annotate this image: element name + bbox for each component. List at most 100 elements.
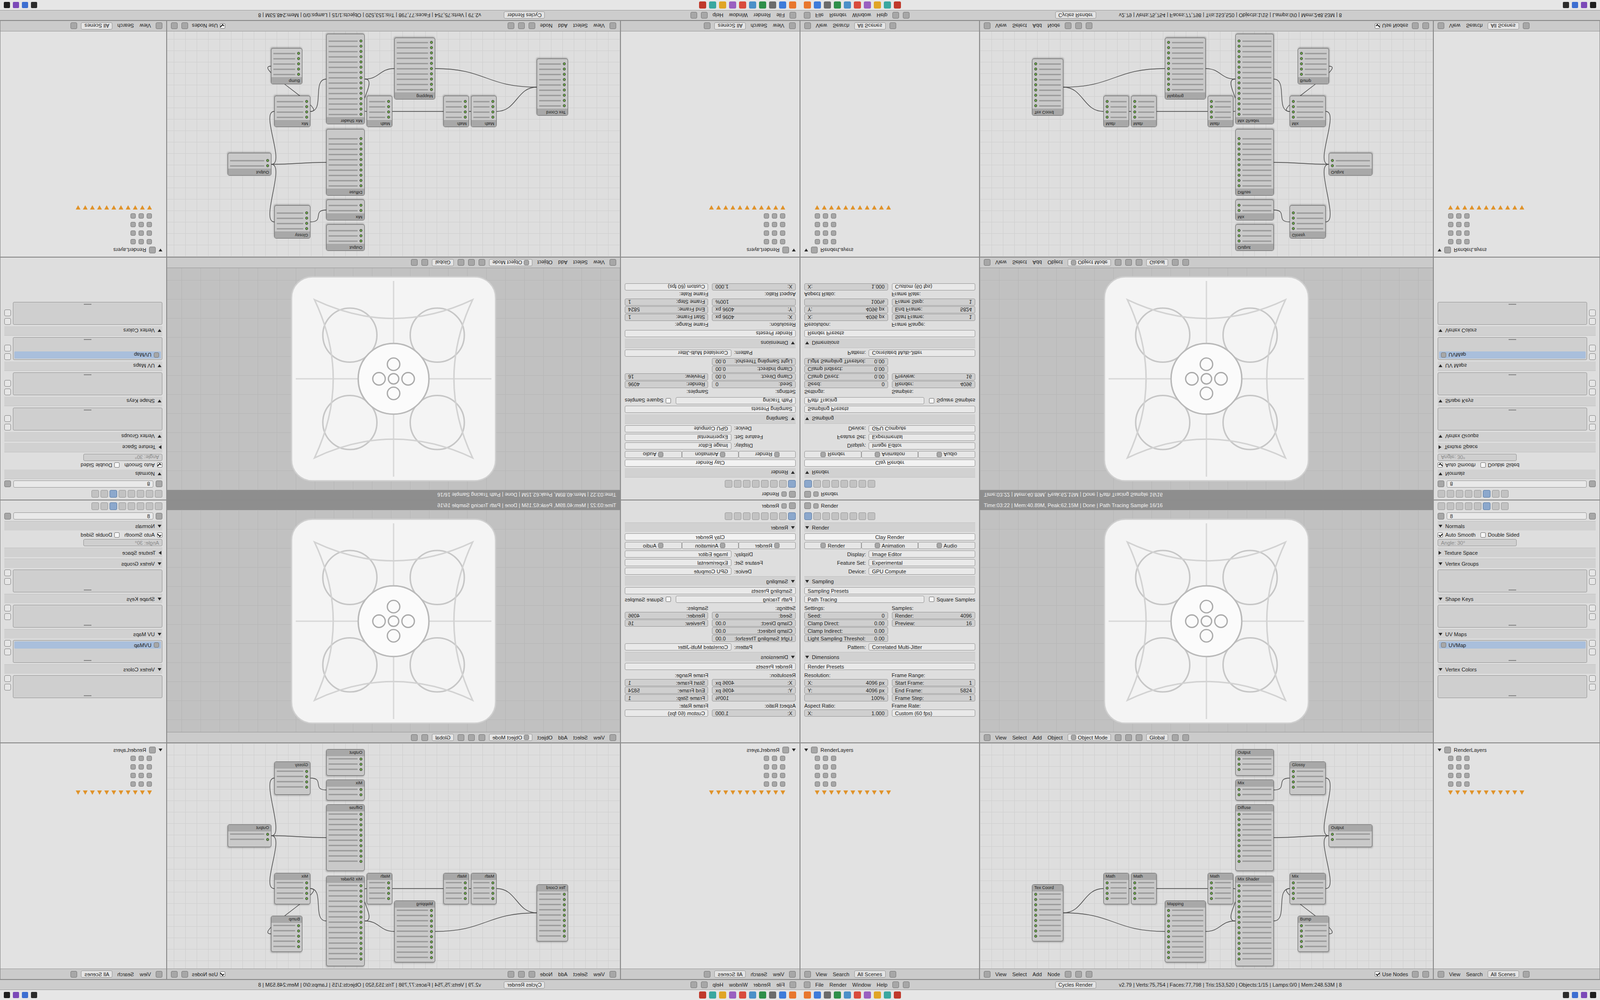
render-pass-icon[interactable] bbox=[118, 790, 124, 795]
render-pass-icon[interactable] bbox=[751, 205, 757, 210]
socket-icon[interactable] bbox=[1237, 812, 1241, 816]
backdrop-icon[interactable] bbox=[181, 970, 189, 978]
render-button[interactable]: Animation bbox=[681, 450, 740, 459]
render-pass-icon[interactable] bbox=[737, 205, 743, 210]
render-pass-icon[interactable] bbox=[125, 790, 131, 795]
socket-icon[interactable] bbox=[562, 919, 566, 922]
socket-icon[interactable] bbox=[1291, 770, 1295, 773]
dimensions-section-header[interactable]: Dimensions bbox=[804, 651, 976, 662]
dropdown[interactable]: GPU Compute bbox=[624, 425, 732, 433]
socket-icon[interactable] bbox=[359, 60, 363, 64]
double-sided-checkbox[interactable]: Double Sided bbox=[80, 462, 120, 469]
list-section-header[interactable]: UV Maps bbox=[1437, 361, 1596, 371]
mode-dropdown[interactable]: Object Mode bbox=[489, 733, 533, 741]
render-pass-icon[interactable] bbox=[821, 205, 827, 210]
pin-icon[interactable] bbox=[1589, 512, 1596, 520]
socket-icon[interactable] bbox=[359, 209, 363, 213]
render-pass-icon[interactable] bbox=[780, 205, 786, 210]
shader-node[interactable]: Output bbox=[1235, 749, 1274, 776]
socket-icon[interactable] bbox=[1237, 910, 1241, 914]
number-field[interactable]: X:1.000 bbox=[804, 283, 889, 291]
socket-icon[interactable] bbox=[297, 929, 300, 933]
render-pass-icon[interactable] bbox=[132, 205, 138, 210]
camera-icon[interactable] bbox=[130, 221, 136, 228]
eye-icon[interactable] bbox=[138, 213, 144, 219]
properties-tab-icon[interactable] bbox=[1500, 490, 1509, 498]
properties-tab-icon[interactable] bbox=[1491, 502, 1500, 510]
app-launcher-icon[interactable] bbox=[813, 1, 821, 9]
outliner-row[interactable] bbox=[624, 220, 796, 229]
properties-tab-icon[interactable] bbox=[1455, 502, 1464, 510]
screen-layout-icon[interactable] bbox=[700, 11, 708, 19]
app-launcher-icon[interactable] bbox=[893, 1, 901, 9]
properties-tab-icon[interactable] bbox=[760, 512, 769, 520]
socket-icon[interactable] bbox=[266, 164, 270, 168]
dropdown[interactable]: Experimental bbox=[624, 559, 732, 567]
list-section-header[interactable]: UV Maps bbox=[4, 361, 163, 371]
render-pass-icon[interactable] bbox=[723, 790, 729, 795]
socket-icon[interactable] bbox=[387, 110, 390, 114]
dropdown[interactable]: GPU Compute bbox=[868, 425, 976, 433]
number-field[interactable]: Preview:16 bbox=[624, 373, 709, 381]
socket-icon[interactable] bbox=[359, 947, 363, 950]
remove-icon[interactable] bbox=[1589, 415, 1596, 422]
render-engine-dropdown[interactable]: Cycles Render bbox=[503, 981, 545, 989]
app-launcher-icon[interactable] bbox=[749, 1, 757, 9]
properties-tab-icon[interactable] bbox=[804, 480, 812, 488]
socket-icon[interactable] bbox=[1237, 757, 1241, 761]
outliner-row[interactable] bbox=[4, 780, 163, 788]
sampling-section-header[interactable]: Sampling bbox=[804, 414, 976, 424]
socket-icon[interactable] bbox=[359, 757, 363, 761]
camera-icon[interactable] bbox=[763, 213, 770, 219]
render-pass-icon[interactable] bbox=[90, 790, 95, 795]
camera-icon[interactable] bbox=[763, 764, 770, 770]
pattern-dropdown[interactable]: Correlated Multi-Jitter bbox=[868, 643, 976, 651]
eye-icon[interactable] bbox=[771, 221, 778, 228]
render-pass-icon[interactable] bbox=[850, 790, 856, 795]
tray-icon[interactable] bbox=[1590, 1, 1597, 9]
number-field[interactable]: X:1.000 bbox=[804, 709, 889, 717]
socket-icon[interactable] bbox=[1237, 113, 1241, 117]
remove-icon[interactable] bbox=[1589, 380, 1596, 387]
camera-icon[interactable] bbox=[130, 213, 136, 219]
socket-icon[interactable] bbox=[1330, 838, 1334, 841]
list-section-header[interactable]: UV Maps bbox=[1437, 629, 1596, 639]
app-launcher-icon[interactable] bbox=[883, 1, 891, 9]
editor-type-icon[interactable] bbox=[789, 970, 796, 978]
list-section-header[interactable]: Vertex Groups bbox=[1437, 558, 1596, 569]
outliner-row[interactable] bbox=[4, 238, 163, 246]
properties-tab-icon[interactable] bbox=[849, 480, 858, 488]
socket-icon[interactable] bbox=[1167, 924, 1170, 928]
socket-icon[interactable] bbox=[1237, 931, 1241, 935]
number-field[interactable]: X:4096 px bbox=[804, 313, 889, 321]
socket-icon[interactable] bbox=[491, 110, 495, 114]
socket-icon[interactable] bbox=[359, 849, 363, 853]
render-pass-icon[interactable] bbox=[90, 205, 95, 210]
properties-tab-icon[interactable] bbox=[1437, 490, 1446, 498]
camera-icon[interactable] bbox=[1464, 755, 1470, 761]
render-pass-icon[interactable] bbox=[864, 790, 870, 795]
socket-icon[interactable] bbox=[359, 163, 363, 167]
mesh-name-field[interactable]: 8 bbox=[13, 512, 154, 520]
outliner-row[interactable] bbox=[4, 220, 163, 229]
socket-icon[interactable] bbox=[359, 762, 363, 766]
list-item[interactable]: UVMap bbox=[1439, 351, 1586, 359]
editor-type-icon[interactable] bbox=[155, 22, 163, 30]
shader-node[interactable]: Mapping bbox=[394, 37, 436, 100]
socket-icon[interactable] bbox=[1237, 762, 1241, 766]
socket-icon[interactable] bbox=[266, 159, 270, 163]
camera-icon[interactable] bbox=[830, 239, 837, 245]
socket-icon[interactable] bbox=[1210, 116, 1213, 120]
list-section-header[interactable]: Vertex Groups bbox=[1437, 431, 1596, 442]
socket-icon[interactable] bbox=[1237, 823, 1241, 827]
remove-icon[interactable] bbox=[1589, 683, 1596, 691]
remove-icon[interactable] bbox=[1589, 578, 1596, 585]
socket-icon[interactable] bbox=[387, 100, 390, 104]
outliner-row[interactable] bbox=[4, 229, 163, 237]
socket-icon[interactable] bbox=[562, 934, 566, 938]
socket-icon[interactable] bbox=[430, 72, 433, 76]
socket-icon[interactable] bbox=[430, 945, 433, 949]
properties-tab-icon[interactable] bbox=[770, 480, 778, 488]
integrator-dropdown[interactable]: Path Tracing bbox=[804, 595, 925, 603]
socket-icon[interactable] bbox=[1237, 849, 1241, 853]
